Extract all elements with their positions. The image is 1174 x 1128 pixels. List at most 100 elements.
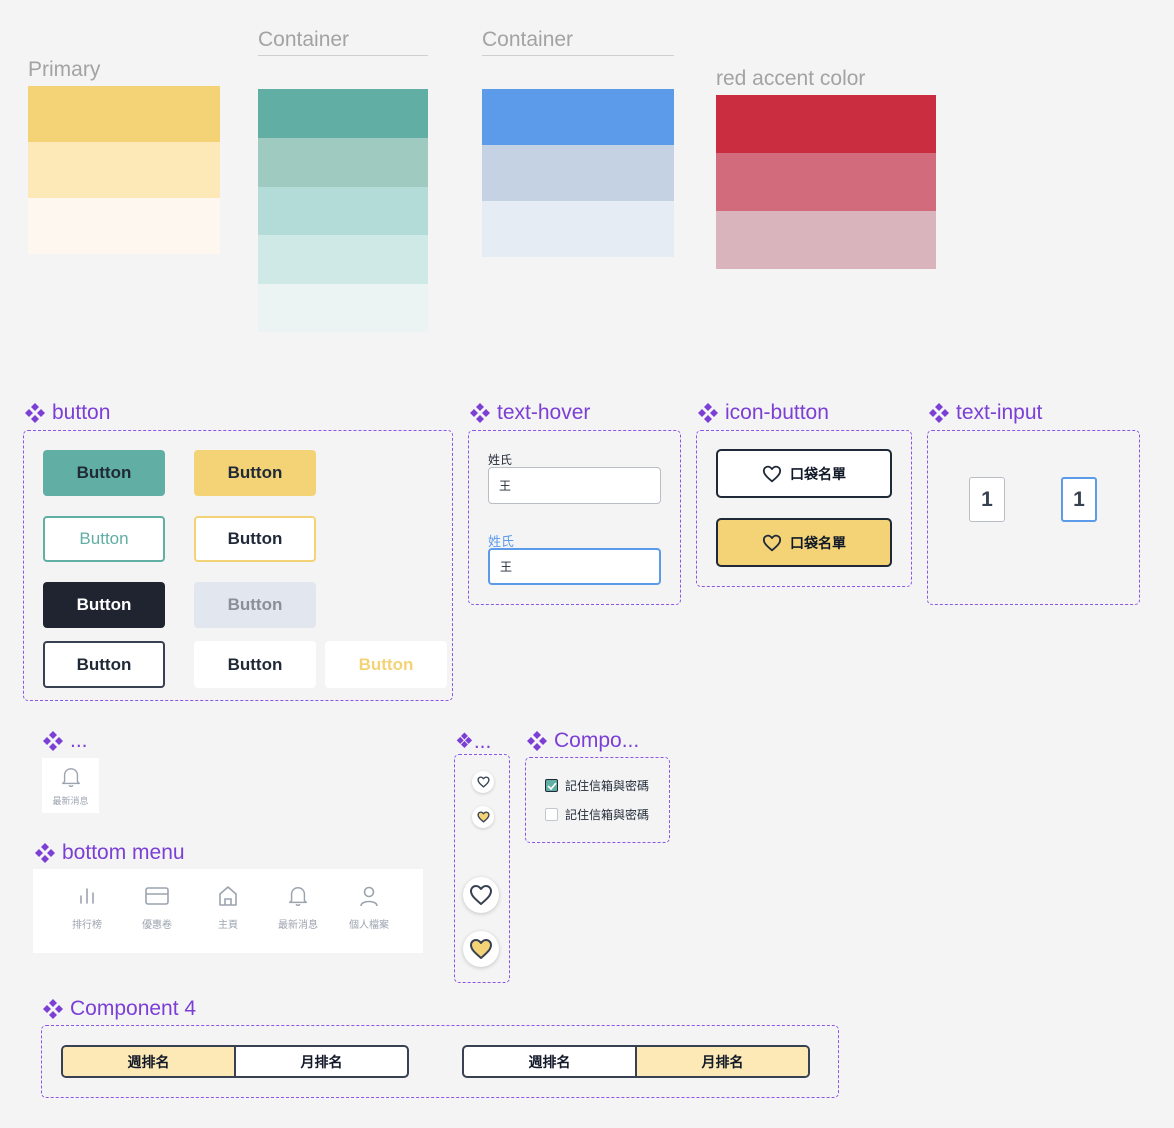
- component-title-text-input: text-input: [928, 401, 1042, 425]
- bell-icon: [289, 887, 307, 907]
- button-white[interactable]: Button: [194, 641, 316, 688]
- nav-item-news[interactable]: 最新消息: [268, 885, 328, 931]
- checkbox-checked[interactable]: [545, 779, 558, 792]
- button-yellow-outline[interactable]: Button: [194, 516, 316, 562]
- nav-label: 個人檔案: [349, 920, 389, 931]
- swatch-blue-1: [482, 89, 674, 145]
- component-title-button: button: [24, 401, 110, 425]
- button-dark-filled[interactable]: Button: [43, 582, 165, 628]
- button-yellow-filled[interactable]: Button: [194, 450, 316, 496]
- component-title-text: button: [52, 401, 111, 424]
- component-title-text: text-hover: [497, 401, 591, 424]
- checkbox-label: 記住信箱與密碼: [565, 808, 650, 822]
- component-title-hearts: ❖...: [455, 729, 491, 754]
- palette-title-container-teal: Container: [258, 28, 428, 56]
- swatch-blue-3: [482, 201, 674, 257]
- swatch-primary-2: [28, 142, 220, 198]
- check-icon: [546, 781, 557, 790]
- component-icon: [43, 731, 63, 751]
- checkbox-frame: [525, 757, 670, 843]
- number-input[interactable]: 1: [969, 477, 1005, 522]
- tab-monthly[interactable]: 月排名: [234, 1047, 407, 1076]
- button-teal-outline[interactable]: Button: [43, 516, 165, 562]
- component-title-bottom-menu: bottom menu: [34, 841, 185, 865]
- component-title-text: icon-button: [725, 401, 829, 424]
- home-icon: [219, 886, 237, 906]
- swatch-teal-5: [258, 284, 428, 332]
- credit-card-icon: [145, 887, 169, 905]
- component-title-text: ...: [70, 729, 88, 752]
- component-title-checkbox: Compo...: [526, 729, 639, 753]
- component-title-component-4: Component 4: [42, 997, 196, 1021]
- wishlist-button-active[interactable]: 口袋名單: [716, 518, 892, 567]
- number-input-focused[interactable]: 1: [1061, 477, 1097, 522]
- wishlist-button[interactable]: 口袋名單: [716, 449, 892, 498]
- component-title-icon-button: icon-button: [697, 401, 829, 425]
- wishlist-button-label: 口袋名單: [790, 534, 846, 551]
- favorite-toggle-large-active[interactable]: [463, 931, 499, 967]
- component-title-text: text-input: [956, 401, 1043, 424]
- bar-chart-icon: [80, 888, 94, 904]
- button-white-yellow-text[interactable]: Button: [325, 641, 447, 688]
- component-title-notification: ...: [42, 729, 88, 753]
- nav-label: 主頁: [218, 920, 238, 931]
- ranking-toggle-monthly-selected: 週排名 月排名: [462, 1045, 810, 1078]
- bottom-menu: 排行榜 優惠卷 主頁 最新消息 個人檔案: [33, 869, 423, 953]
- component-title-text: Compo...: [554, 729, 640, 752]
- user-icon: [360, 886, 378, 907]
- tab-weekly[interactable]: 週排名: [464, 1047, 635, 1076]
- remember-checkbox-row[interactable]: 記住信箱與密碼: [545, 777, 649, 794]
- swatch-teal-2: [258, 138, 428, 187]
- bell-icon: [61, 768, 80, 787]
- component-title-text-hover: text-hover: [469, 401, 590, 425]
- component-icon: [929, 403, 949, 423]
- nav-item-home[interactable]: 主頁: [198, 885, 258, 931]
- palette-title-red: red accent color: [716, 67, 866, 90]
- component-title-text: ❖...: [455, 730, 492, 753]
- ranking-toggle-weekly-selected: 週排名 月排名: [61, 1045, 409, 1078]
- nav-item-profile[interactable]: 個人檔案: [339, 885, 399, 931]
- field-label-surname: 姓氏: [488, 453, 513, 467]
- favorite-toggle-small-active[interactable]: [472, 806, 494, 828]
- swatch-red-3: [716, 211, 936, 269]
- swatch-red-2: [716, 153, 936, 211]
- button-dark-outline[interactable]: Button: [43, 641, 165, 688]
- swatch-teal-4: [258, 235, 428, 284]
- favorite-toggle-large[interactable]: [463, 877, 499, 913]
- wishlist-button-label: 口袋名單: [790, 465, 846, 482]
- heart-icon: [762, 534, 782, 551]
- swatch-teal-3: [258, 187, 428, 235]
- palette-title-container-blue: Container: [482, 28, 674, 56]
- component-icon: [43, 999, 63, 1019]
- surname-input-focused[interactable]: 王: [488, 548, 661, 585]
- component-icon: [527, 731, 547, 751]
- notification-label: 最新消息: [52, 796, 89, 806]
- tab-monthly[interactable]: 月排名: [635, 1047, 808, 1076]
- swatch-blue-2: [482, 145, 674, 201]
- nav-item-coupons[interactable]: 優惠卷: [127, 885, 187, 931]
- component-icon: [25, 403, 45, 423]
- button-teal-filled[interactable]: Button: [43, 450, 165, 496]
- surname-input[interactable]: 王: [488, 467, 661, 504]
- nav-item-ranking[interactable]: 排行榜: [57, 885, 117, 931]
- nav-label: 優惠卷: [142, 920, 172, 931]
- swatch-teal-1: [258, 89, 428, 138]
- component-icon: [698, 403, 718, 423]
- checkbox-unchecked[interactable]: [545, 808, 558, 821]
- component-icon: [470, 403, 490, 423]
- text-input-frame: [927, 430, 1140, 605]
- swatch-primary-3: [28, 198, 220, 254]
- component-title-text: bottom menu: [62, 841, 185, 864]
- nav-label: 排行榜: [72, 920, 102, 931]
- heart-icon: [762, 465, 782, 482]
- notification-nav-item[interactable]: 最新消息: [42, 758, 99, 813]
- remember-checkbox-row-unchecked[interactable]: 記住信箱與密碼: [545, 806, 649, 823]
- favorite-toggle-small[interactable]: [472, 771, 494, 793]
- tab-weekly[interactable]: 週排名: [63, 1047, 234, 1076]
- button-disabled[interactable]: Button: [194, 582, 316, 628]
- swatch-red-1: [716, 95, 936, 153]
- heart-icon: [476, 776, 490, 788]
- heart-icon: [470, 885, 492, 905]
- component-icon: [35, 843, 55, 863]
- component-title-text: Component 4: [70, 997, 197, 1020]
